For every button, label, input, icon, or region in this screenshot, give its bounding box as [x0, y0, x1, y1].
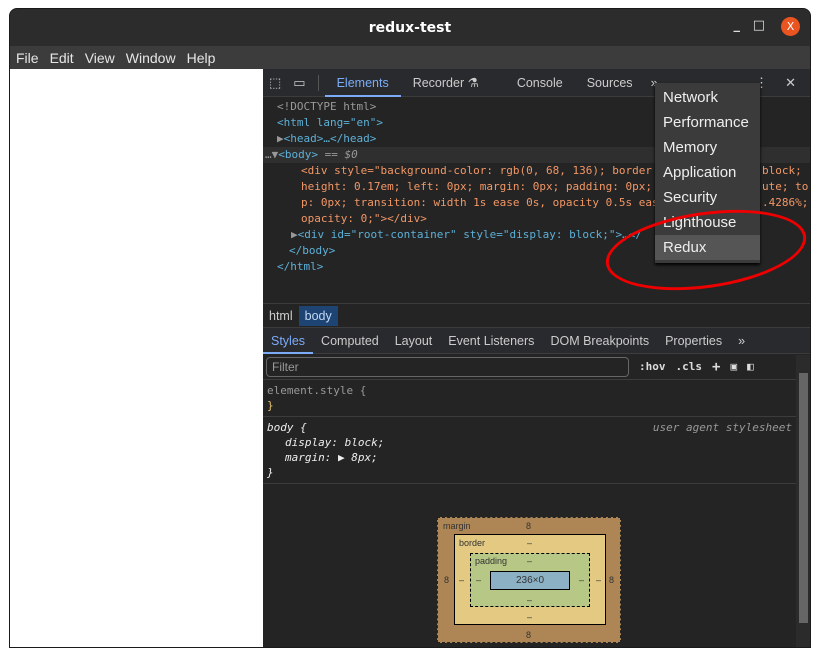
dom-head-text: <head>…</head>	[283, 132, 377, 145]
menu-bar: File Edit View Window Help	[10, 46, 810, 69]
menu-edit[interactable]: Edit	[50, 50, 74, 66]
margin-label: margin	[443, 521, 471, 531]
scrollbar-thumb[interactable]	[799, 373, 808, 623]
dom-body-tag: <body>	[278, 148, 318, 161]
divider	[317, 74, 319, 91]
border-box: border – – – – padding – – – – 236×0	[454, 534, 606, 625]
border-top[interactable]: –	[527, 538, 532, 548]
menu-file[interactable]: File	[16, 50, 39, 66]
tab-properties[interactable]: Properties	[657, 328, 730, 354]
tab-event-listeners[interactable]: Event Listeners	[440, 328, 542, 354]
dom-body-ellipsis: …	[265, 148, 272, 161]
device-toolbar-icon[interactable]: ▭	[287, 75, 311, 91]
content-box[interactable]: 236×0	[490, 571, 570, 590]
element-style-selector[interactable]: element.style {	[267, 383, 792, 398]
padding-bottom[interactable]: –	[527, 595, 532, 605]
menu-help[interactable]: Help	[187, 50, 216, 66]
padding-left[interactable]: –	[476, 575, 481, 585]
code-text: .4286%;	[762, 196, 809, 209]
margin-top[interactable]: 8	[526, 521, 531, 531]
padding-box: padding – – – – 236×0	[470, 553, 590, 607]
element-style-rule: element.style { }	[263, 380, 796, 417]
title-bar: redux-test _ □ X	[10, 9, 810, 46]
hov-button[interactable]: :hov	[639, 360, 666, 373]
menu-item-application[interactable]: Application	[655, 160, 760, 185]
close-devtools-icon[interactable]: ✕	[779, 75, 802, 91]
padding-right[interactable]: –	[579, 575, 584, 585]
margin-right[interactable]: 8	[609, 575, 614, 585]
menu-item-network[interactable]: Network	[655, 85, 760, 110]
brace: }	[267, 466, 274, 479]
tab-sources[interactable]: Sources	[575, 69, 645, 97]
code-text: <div style="background-color: rgb(0, 68,…	[301, 164, 652, 177]
maximize-button[interactable]: □	[753, 18, 765, 33]
minimize-button[interactable]: _	[734, 18, 741, 33]
window-title: redux-test	[368, 19, 452, 36]
tab-layout[interactable]: Layout	[387, 328, 441, 354]
tab-dom-breakpoints[interactable]: DOM Breakpoints	[542, 328, 657, 354]
tab-recorder-label: Recorder	[412, 75, 465, 90]
more-style-tabs[interactable]: »	[730, 328, 753, 354]
breadcrumb-html[interactable]: html	[263, 306, 299, 326]
paint-icon[interactable]: ▣	[730, 360, 737, 373]
padding-label: padding	[475, 556, 508, 566]
padding-top[interactable]: –	[527, 556, 532, 566]
tab-console[interactable]: Console	[505, 69, 575, 97]
styles-scrollbar[interactable]	[796, 355, 810, 647]
border-bottom[interactable]: –	[527, 612, 532, 622]
tab-elements[interactable]: Elements	[324, 69, 401, 97]
prop-display[interactable]: display: block;	[267, 435, 792, 450]
tab-computed[interactable]: Computed	[313, 328, 387, 354]
tab-recorder[interactable]: Recorder ⚗	[401, 69, 491, 97]
menu-item-memory[interactable]: Memory	[655, 135, 760, 160]
margin-bottom[interactable]: 8	[526, 630, 531, 640]
dom-body-ref: == $0	[318, 148, 358, 161]
sidebar-toggle-icon[interactable]: ◧	[747, 360, 754, 373]
menu-view[interactable]: View	[85, 50, 115, 66]
rule-source: user agent stylesheet	[652, 421, 792, 434]
border-label: border	[459, 538, 486, 548]
menu-item-security[interactable]: Security	[655, 185, 760, 210]
styles-tabbar: Styles Computed Layout Event Listeners D…	[263, 327, 810, 354]
tab-styles[interactable]: Styles	[263, 328, 314, 354]
cls-button[interactable]: .cls	[676, 360, 703, 373]
close-window-button[interactable]: X	[781, 17, 800, 36]
flask-icon: ⚗	[467, 75, 479, 90]
page-viewport	[10, 69, 263, 647]
box-model: margin 8 8 8 8 border – – – – padding – …	[437, 517, 621, 643]
brace: }	[267, 399, 274, 412]
margin-left[interactable]: 8	[444, 575, 449, 585]
border-right[interactable]: –	[596, 575, 601, 585]
code-text: ute; to	[762, 180, 809, 193]
code-text: <div id="root-container" style="display:…	[297, 228, 642, 241]
code-text: p: 0px; transition: width 1s ease 0s, op…	[301, 196, 659, 209]
breadcrumb: html body	[263, 303, 810, 327]
breadcrumb-body[interactable]: body	[298, 305, 338, 326]
new-rule-icon[interactable]: +	[712, 359, 720, 375]
inspect-element-icon[interactable]: ⬚	[263, 75, 287, 91]
prop-margin[interactable]: margin: ▶ 8px;	[267, 450, 792, 465]
menu-window[interactable]: Window	[126, 50, 176, 66]
border-left[interactable]: –	[459, 575, 464, 585]
filter-bar: Filter :hov .cls + ▣ ◧	[263, 354, 810, 380]
code-text: block;	[762, 164, 802, 177]
filter-input[interactable]: Filter	[266, 356, 629, 377]
menu-item-performance[interactable]: Performance	[655, 110, 760, 135]
code-text: height: 0.17em; left: 0px; margin: 0px; …	[301, 180, 652, 193]
body-rule: body { user agent stylesheet display: bl…	[263, 417, 796, 484]
